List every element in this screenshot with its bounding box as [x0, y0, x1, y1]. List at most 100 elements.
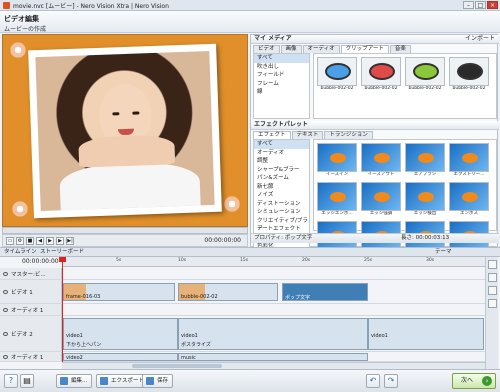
- window-title: movie.nvc [ムービー] - Nero Vision Xtra | Ne…: [13, 2, 169, 10]
- effect-thumbnail[interactable]: エッジ強調: [361, 182, 401, 217]
- track-audio2: オーディオ 1 video2 music: [0, 352, 485, 362]
- effects-category-item[interactable]: 新七節: [254, 183, 309, 192]
- effect-thumbnail[interactable]: エンボス: [449, 182, 489, 217]
- theme-button[interactable]: テーマ: [435, 248, 452, 257]
- minimize-button[interactable]: –: [463, 1, 474, 9]
- playhead[interactable]: [59, 257, 66, 369]
- eye-icon[interactable]: [3, 354, 8, 359]
- effect-image: [361, 143, 401, 172]
- delete-icon[interactable]: [488, 299, 497, 308]
- effect-image: [449, 143, 489, 172]
- preview-scrubber[interactable]: [2, 227, 248, 234]
- clip-frame[interactable]: frame-016-03: [63, 283, 175, 301]
- play-button[interactable]: ▶: [46, 236, 54, 245]
- aspect-icon[interactable]: ▭: [6, 236, 14, 245]
- media-tab[interactable]: 画像: [280, 45, 302, 53]
- media-tab[interactable]: オーディオ: [302, 45, 340, 53]
- media-category-item[interactable]: すべて: [254, 54, 309, 63]
- tab-timeline[interactable]: タイムライン: [4, 248, 37, 257]
- media-thumbnail[interactable]: bubble-002-02: [361, 57, 401, 115]
- timeline-ruler[interactable]: 5s 10s 15s 20s 25s 30s: [62, 257, 485, 267]
- ruler-tick-label: 20s: [302, 258, 311, 263]
- maximize-button[interactable]: □: [475, 1, 486, 9]
- properties-bar[interactable]: プロパティ: ポップ文字 長さ: 00:00:03:13: [251, 233, 499, 243]
- timeline-scrollbar[interactable]: [62, 362, 485, 369]
- clip-music[interactable]: music: [178, 353, 368, 361]
- stop-button[interactable]: ■: [26, 236, 34, 245]
- ruler-tick-label: 15s: [240, 258, 249, 263]
- effect-thumbnail[interactable]: エクストリー...: [449, 143, 489, 178]
- effect-thumbnail[interactable]: イーズイン: [317, 143, 357, 178]
- clip-video1b[interactable]: video1 ポスタライズ: [178, 318, 368, 350]
- effects-category-item[interactable]: すべて: [254, 140, 309, 149]
- clip-bubble[interactable]: bubble-002-02: [178, 283, 278, 301]
- clip-video1[interactable]: video1 下から上へパン: [63, 318, 178, 350]
- thumbnail-caption: bubble-002-02: [408, 86, 442, 91]
- media-category-item[interactable]: フィールド: [254, 71, 309, 80]
- eye-icon[interactable]: [3, 331, 8, 336]
- media-thumbnail[interactable]: bubble-002-02: [405, 57, 445, 115]
- zoom-out-icon[interactable]: [488, 286, 497, 295]
- media-tab[interactable]: ビデオ: [253, 45, 280, 53]
- ruler-tick-label: 5s: [116, 258, 122, 263]
- effects-category-item[interactable]: クリエイティブ/ブラー: [254, 217, 309, 233]
- effects-category-item[interactable]: シャープ&ブラー: [254, 166, 309, 175]
- effects-tab[interactable]: テキスト: [291, 131, 324, 139]
- effects-category-item[interactable]: 調整: [254, 157, 309, 166]
- track-label: ビデオ 2: [11, 331, 33, 338]
- prev-frame-button[interactable]: ◀: [36, 236, 44, 245]
- zoom-in-icon[interactable]: [488, 273, 497, 282]
- bottom-bar: ? ▤ 編集... エクスポート 保存 ↶ ↷ 次へ ›: [0, 369, 500, 392]
- effect-thumbnail[interactable]: エッジエンボ...: [317, 182, 357, 217]
- more-button[interactable]: ▤: [20, 374, 34, 388]
- export-button[interactable]: エクスポート: [96, 374, 149, 388]
- tab-storyboard[interactable]: ストーリーボード: [40, 248, 84, 257]
- eye-icon[interactable]: [3, 289, 8, 294]
- track-label: マスター:ビ...: [11, 271, 46, 278]
- redo-icon[interactable]: ↷: [384, 374, 398, 388]
- effects-section-header[interactable]: エフェクトパレット: [251, 121, 499, 130]
- close-button[interactable]: ×: [487, 1, 498, 9]
- clip-video1c[interactable]: video1: [368, 318, 484, 350]
- clip-video2a[interactable]: video2: [63, 353, 178, 361]
- effects-category-item[interactable]: ディストーション: [254, 200, 309, 209]
- media-tab[interactable]: 音楽: [389, 45, 411, 53]
- next-button[interactable]: 次へ ›: [452, 373, 496, 389]
- effect-thumbnail[interactable]: イーズアウト: [361, 143, 401, 178]
- video-preview[interactable]: [2, 34, 248, 227]
- media-category-item[interactable]: フレーム: [254, 80, 309, 89]
- media-tab[interactable]: クリップアート: [340, 45, 389, 53]
- end-button[interactable]: ▶|: [66, 236, 74, 245]
- media-thumbnail[interactable]: bubble-002-02: [317, 57, 357, 115]
- media-category-item[interactable]: 吹き出し: [254, 63, 309, 72]
- page-header: ビデオ編集 ムービーの作成: [0, 11, 500, 33]
- cut-icon[interactable]: [488, 260, 497, 269]
- playback-controls: ▭ ⚙ ■ ◀ ▶ ▶ ▶| 00:00:00:00: [2, 234, 248, 247]
- eye-icon[interactable]: [3, 307, 8, 312]
- effects-category-item[interactable]: シミュレーション: [254, 208, 309, 217]
- flower-decoration: [223, 195, 241, 213]
- media-section-header[interactable]: マイ メディア インポート: [251, 35, 499, 44]
- save-button[interactable]: 保存: [142, 374, 174, 388]
- bubble-shape: [325, 63, 351, 80]
- import-button[interactable]: インポート: [465, 35, 495, 43]
- effects-tab[interactable]: エフェクト: [253, 131, 291, 139]
- media-thumbnail[interactable]: bubble-002-02: [449, 57, 489, 115]
- clip-pop-text[interactable]: ポップ文字: [282, 283, 368, 301]
- effect-thumbnail[interactable]: エアブラシ: [405, 143, 445, 178]
- effects-category-item[interactable]: ノイズ: [254, 191, 309, 200]
- media-category-item[interactable]: 線: [254, 88, 309, 97]
- effect-thumbnail[interactable]: エッジ検出: [405, 182, 445, 217]
- help-button[interactable]: ?: [4, 374, 18, 388]
- settings-icon[interactable]: ⚙: [16, 236, 24, 245]
- effects-category-item[interactable]: オーディオ: [254, 149, 309, 158]
- next-frame-button[interactable]: ▶: [56, 236, 64, 245]
- duration-label: 長さ: 00:00:03:13: [401, 235, 450, 241]
- eye-icon[interactable]: [3, 271, 8, 276]
- effects-category-item[interactable]: パン&ズーム: [254, 174, 309, 183]
- effect-caption: エクストリー...: [453, 172, 485, 177]
- undo-icon[interactable]: ↶: [366, 374, 380, 388]
- edit-button[interactable]: 編集...: [56, 374, 93, 388]
- effects-tab[interactable]: トランジション: [324, 131, 373, 139]
- track-label: ビデオ 1: [11, 289, 33, 296]
